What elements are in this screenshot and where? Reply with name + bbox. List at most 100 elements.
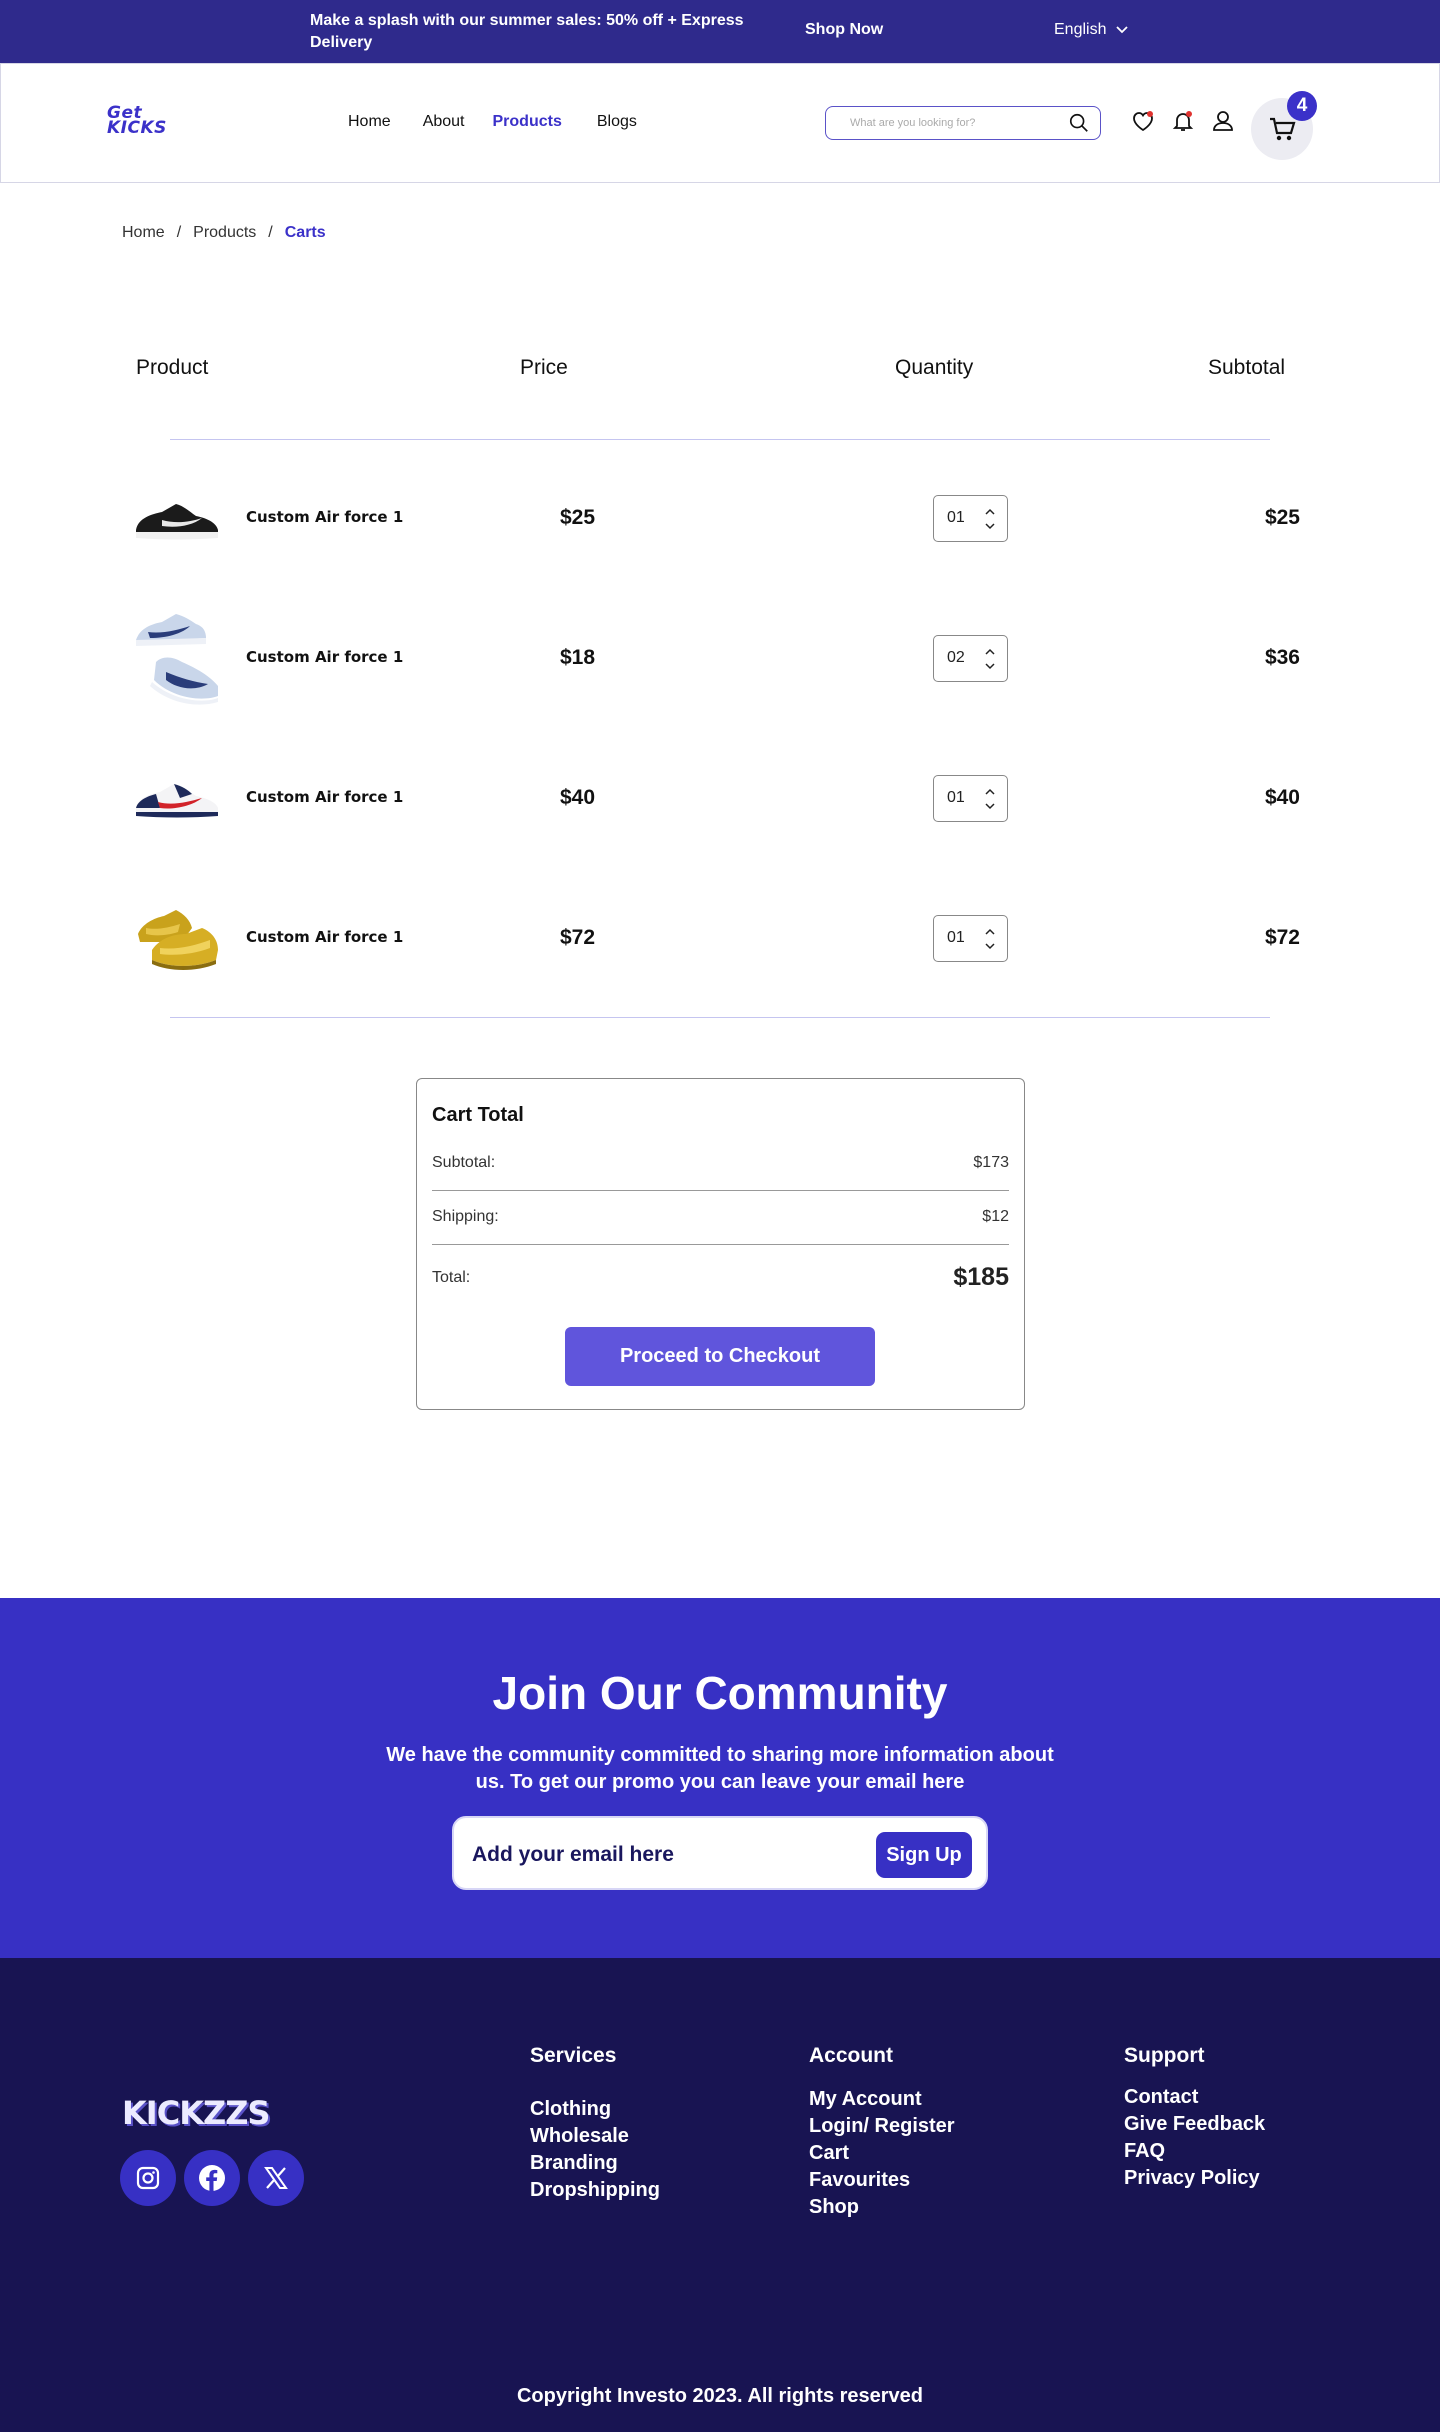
product-name[interactable]: Custom Air force 1 [246, 928, 403, 946]
total-label: Total: [432, 1269, 471, 1286]
product-image-navy-red-sneaker[interactable] [132, 778, 222, 822]
subtotal-value: $173 [973, 1154, 1009, 1171]
divider [432, 1190, 1009, 1191]
product-image-gold-sneaker-pair[interactable] [132, 908, 222, 972]
row-subtotal: $40 [1264, 786, 1300, 809]
column-header-price: Price [520, 356, 568, 379]
footer-account: Account My Account Login/ Register Cart … [809, 2044, 955, 2221]
product-price: $40 [560, 786, 596, 809]
community-title: Join Our Community [492, 1667, 948, 1719]
x-link[interactable] [248, 2150, 304, 2206]
cart-count-badge: 4 [1287, 91, 1317, 121]
footer-link-my-account[interactable]: My Account [809, 2086, 955, 2113]
up-down-arrows-icon[interactable] [983, 645, 997, 673]
quantity-stepper[interactable]: 02 [933, 635, 1008, 682]
footer-link-branding[interactable]: Branding [530, 2150, 660, 2177]
instagram-link[interactable] [120, 2150, 176, 2206]
breadcrumb: Home / Products / Carts [122, 224, 326, 242]
row-subtotal: $36 [1264, 646, 1300, 669]
footer-link-login-register[interactable]: Login/ Register [809, 2113, 955, 2140]
quantity-stepper[interactable]: 01 [933, 775, 1008, 822]
community-text: We have the community committed to shari… [386, 1744, 1054, 1793]
footer-link-privacy-policy[interactable]: Privacy Policy [1124, 2165, 1265, 2192]
row-subtotal: $72 [1264, 926, 1300, 949]
user-icon[interactable] [1210, 108, 1236, 134]
promo-message: Make a splash with our summer sales: 50%… [310, 12, 744, 51]
instagram-icon [136, 2166, 160, 2190]
footer-link-cart[interactable]: Cart [809, 2140, 955, 2167]
search-icon[interactable] [1068, 112, 1090, 134]
total-value: $185 [953, 1263, 1009, 1291]
site-logo[interactable]: Get KICKS [107, 105, 177, 138]
product-name[interactable]: Custom Air force 1 [246, 508, 403, 526]
up-down-arrows-icon[interactable] [983, 785, 997, 813]
copyright: Copyright Investo 2023. All rights reser… [516, 2385, 924, 2407]
bell-icon[interactable] [1170, 108, 1196, 134]
quantity-value: 01 [947, 789, 965, 806]
product-image-blue-sneaker-pair[interactable] [132, 610, 222, 710]
footer-link-faq[interactable]: FAQ [1124, 2138, 1265, 2165]
footer-link-favourites[interactable]: Favourites [809, 2167, 955, 2194]
site-footer: KICKZZS Services Clothing Wholesale Bran… [0, 1958, 1440, 2432]
footer-link-clothing[interactable]: Clothing [530, 2096, 660, 2123]
column-header-subtotal: Subtotal [1208, 356, 1286, 379]
cart-total-title: Cart Total [432, 1104, 524, 1126]
up-down-arrows-icon[interactable] [983, 505, 997, 533]
nav-products[interactable]: Products [493, 113, 562, 131]
column-header-quantity: Quantity [895, 356, 974, 379]
quantity-stepper[interactable]: 01 [933, 915, 1008, 962]
nav-home[interactable]: Home [348, 113, 391, 131]
footer-link-dropshipping[interactable]: Dropshipping [530, 2177, 660, 2204]
language-selector[interactable]: English [1054, 21, 1129, 39]
subtotal-line: Subtotal: $173 [432, 1154, 1009, 1172]
cart-total-panel: Cart Total Subtotal: $173 Shipping: $12 … [416, 1078, 1025, 1410]
product-price: $25 [560, 506, 596, 529]
proceed-to-checkout-button[interactable]: Proceed to Checkout [565, 1327, 875, 1386]
quantity-stepper[interactable]: 01 [933, 495, 1008, 542]
subtotal-label: Subtotal: [432, 1154, 496, 1171]
cart-icon [1270, 117, 1296, 141]
sign-up-button[interactable]: Sign Up [876, 1832, 972, 1878]
support-title: Support [1124, 2044, 1205, 2067]
shipping-label: Shipping: [432, 1208, 499, 1225]
nav-about[interactable]: About [423, 113, 465, 131]
heart-icon[interactable] [1130, 108, 1156, 134]
services-title: Services [530, 2044, 617, 2067]
shipping-value: $12 [982, 1208, 1009, 1225]
product-price: $72 [560, 926, 596, 949]
site-header: Get KICKS Home About Products Blogs 4 [0, 63, 1440, 183]
facebook-link[interactable] [184, 2150, 240, 2206]
table-divider-bottom [170, 1017, 1270, 1018]
product-name[interactable]: Custom Air force 1 [246, 648, 403, 666]
cart-row: Custom Air force 1 $40 01 $40 [0, 748, 1440, 848]
product-image-black-sneaker[interactable] [132, 496, 222, 544]
shipping-line: Shipping: $12 [432, 1208, 1009, 1226]
search-input[interactable] [850, 117, 1060, 129]
breadcrumb-home[interactable]: Home [122, 224, 165, 242]
email-field[interactable] [472, 1838, 852, 1872]
language-label: English [1054, 21, 1107, 38]
product-price: $18 [560, 646, 596, 669]
product-name[interactable]: Custom Air force 1 [246, 788, 403, 806]
x-icon [264, 2167, 288, 2189]
search-bar [825, 106, 1101, 140]
footer-logo[interactable]: KICKZZS [122, 2094, 270, 2132]
quantity-value: 01 [947, 929, 965, 946]
footer-link-give-feedback[interactable]: Give Feedback [1124, 2111, 1265, 2138]
cart-row: Custom Air force 1 $72 01 $72 [0, 888, 1440, 988]
breadcrumb-separator: / [176, 224, 182, 241]
nav-blogs[interactable]: Blogs [597, 113, 637, 131]
up-down-arrows-icon[interactable] [983, 925, 997, 953]
footer-link-wholesale[interactable]: Wholesale [530, 2123, 660, 2150]
breadcrumb-products[interactable]: Products [193, 224, 256, 242]
row-subtotal: $25 [1264, 506, 1300, 529]
footer-link-contact[interactable]: Contact [1124, 2084, 1265, 2111]
column-header-product: Product [136, 356, 209, 379]
cart-row: Custom Air force 1 $18 02 $36 [0, 608, 1440, 708]
main-nav: Home About Products Blogs [348, 113, 637, 131]
footer-link-shop[interactable]: Shop [809, 2194, 955, 2221]
footer-services: Services Clothing Wholesale Branding Dro… [530, 2044, 660, 2204]
quantity-value: 01 [947, 509, 965, 526]
shop-now-link[interactable]: Shop Now [805, 21, 883, 39]
table-divider-top [170, 439, 1270, 440]
